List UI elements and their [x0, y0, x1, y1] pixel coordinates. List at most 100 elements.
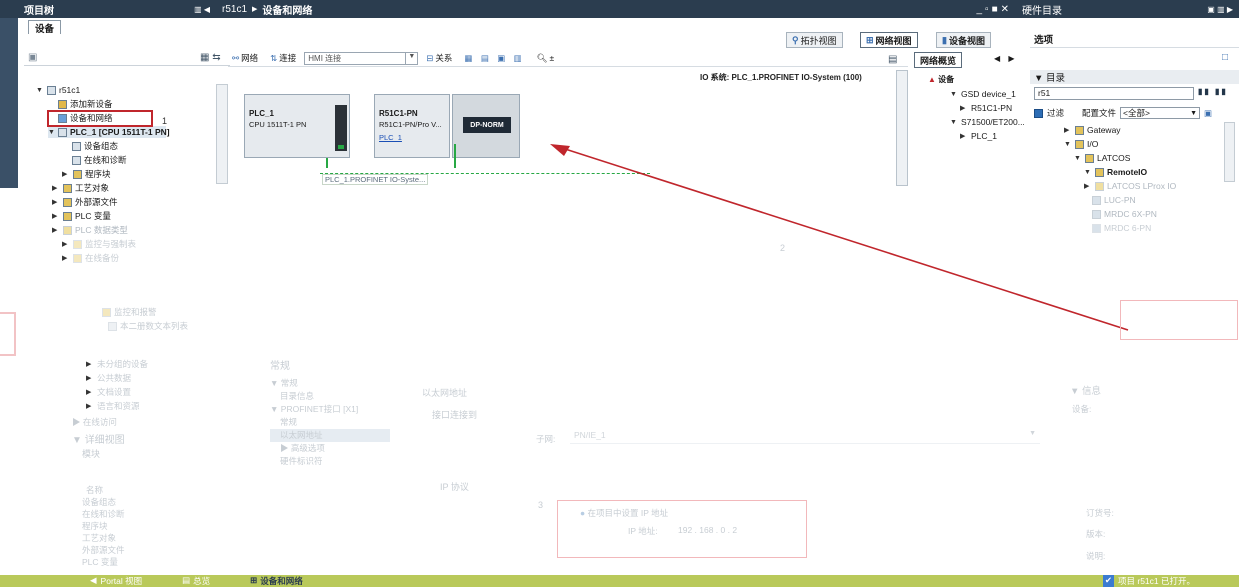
properties-nav: 常规 ▼ 常规 目录信息 ▼ PROFINET接口 [X1] 常规 以太网地址 … — [270, 360, 390, 520]
relations-button[interactable]: ⊟ 关系 — [422, 51, 456, 65]
device2-controller-link[interactable]: PLC_1 — [379, 133, 402, 142]
search-catalog-buttons[interactable]: ▮▮ ▮▮ — [1198, 87, 1228, 96]
interface-connected-label: 接口连接到 — [432, 410, 478, 420]
catalog-item-latcos[interactable]: ▼ LATCOS — [1074, 152, 1130, 164]
plc-device[interactable]: PLC_1 CPU 1511T-1 PN — [244, 94, 350, 158]
tree-item-project[interactable]: ▼ r51c1 — [36, 84, 80, 96]
tree-item-plc-tags[interactable]: ▶ PLC 变量 — [52, 210, 111, 222]
prop-nav-advanced[interactable]: ▶ 高级选项 — [270, 442, 390, 455]
tree-item-plc-datatypes[interactable]: ▶ PLC 数据类型 — [52, 224, 128, 236]
tree-item-online-diag[interactable]: 在线和诊断 — [72, 154, 127, 166]
devices-networks-taskbar[interactable]: ⊞ 设备和网络 — [250, 575, 303, 587]
overview-button[interactable]: ▤ 总览 — [182, 575, 210, 587]
module-icon — [1092, 223, 1101, 233]
tab-network-overview[interactable]: 网络概览 — [914, 52, 963, 68]
tree-item-online-access[interactable]: ▶ 在线访问 — [72, 416, 117, 428]
prop-nav-ethernet[interactable]: 以太网地址 — [270, 429, 390, 442]
overview-row-gsd[interactable]: ▼ GSD device_1 — [950, 88, 1016, 100]
catalog-action-icon[interactable]: ▣ — [1204, 108, 1212, 119]
detail-item[interactable]: 外部源文件 — [82, 544, 125, 556]
tree-item-ungrouped[interactable]: ▶ 未分组的设备 — [86, 358, 148, 370]
catalog-item-lprox[interactable]: ▶ LATCOS LProx IO — [1084, 180, 1176, 192]
tree-item-plc[interactable]: ▼ PLC_1 [CPU 1511T-1 PN] — [48, 126, 170, 138]
io-device-r51c1[interactable]: R51C1-PN R51C1-PN/Pro V... PLC_1 — [374, 94, 450, 158]
tree-item-text-lists[interactable]: 本二册数文本列表 — [108, 320, 188, 332]
collapse-panel-icon[interactable]: ▥ ◀ — [194, 5, 210, 14]
detail-item[interactable]: 程序块 — [82, 520, 125, 532]
info-description-label: 说明: — [1086, 551, 1106, 561]
overview-icon: ▤ — [182, 575, 191, 585]
new-project-icon[interactable]: ▣ — [28, 52, 37, 63]
catalog-item-mrdc6x[interactable]: MRDC 6X-PN — [1092, 208, 1157, 220]
detail-view-header[interactable]: ▼ 详细视图 — [72, 431, 125, 446]
tree-item-watch-tables[interactable]: ▶ 监控与强制表 — [62, 238, 136, 250]
profile-select[interactable]: <全部> ▼ — [1120, 107, 1201, 119]
set-ip-in-project-radio[interactable]: ● 在项目中设置 IP 地址 — [580, 507, 668, 519]
module-label: 模块 — [82, 449, 101, 459]
tree-item-external-sources[interactable]: ▶ 外部源文件 — [52, 196, 118, 208]
tree-item-common-data[interactable]: ▶ 公共数据 — [86, 372, 131, 384]
io-system-bar: IO 系统: PLC_1.PROFINET IO-System (100) — [700, 72, 862, 82]
prop-nav-interface[interactable]: ▼ PROFINET接口 [X1] — [270, 403, 390, 416]
overview-row-r51c1[interactable]: ▶ R51C1-PN — [960, 102, 1012, 114]
profinet-line-label[interactable]: PLC_1.PROFINET IO-Syste... — [322, 174, 429, 185]
portal-view-button[interactable]: ◀ Portal 视图 — [90, 575, 142, 587]
left-edge-highlight — [0, 312, 16, 356]
connection-type-select[interactable]: HMI 连接 ▼ — [304, 51, 419, 65]
window-controls[interactable]: _▫■✕ — [976, 4, 1012, 15]
prop-nav-hwid[interactable]: 硬件标识符 — [270, 455, 390, 468]
dp-norm-module[interactable]: DP-NORM — [452, 94, 520, 158]
info-header[interactable]: ▼ 信息 — [1070, 383, 1101, 397]
detail-item[interactable]: 在线和诊断 — [82, 508, 125, 520]
catalog-item-mrdc6[interactable]: MRDC 6-PN — [1092, 222, 1151, 234]
plc-name: PLC_1 — [249, 109, 274, 118]
dock-icon[interactable]: □ — [1222, 52, 1228, 63]
catalog-section-header[interactable]: ▼ 目录 — [1030, 70, 1239, 84]
overview-row-s71500[interactable]: ▼ S71500/ET200... — [950, 116, 1025, 128]
detail-item[interactable]: PLC 变量 — [82, 556, 125, 568]
connection-button[interactable]: ⇅ 连接 — [266, 51, 300, 65]
device-header-icon: ▲ — [928, 75, 936, 84]
prop-nav-general[interactable]: ▼ 常规 — [270, 377, 390, 390]
plc-status-led — [338, 145, 344, 149]
hardware-catalog-header: 硬件目录 ▣ ▥ ▶ — [1018, 0, 1239, 18]
tree-item-program-blocks[interactable]: ▶ 程序块 — [62, 168, 111, 180]
tree-item-online-backup[interactable]: ▶ 在线备份 — [62, 252, 119, 264]
catalog-scrollbar[interactable] — [1224, 122, 1235, 182]
overview-tab-nav[interactable]: ◀ ▶ — [994, 54, 1018, 63]
catalog-tree: ▶ Gateway ▼ I/O ▼ LATCOS ▼ RemoteIO ▶ LATCOS … — [1030, 122, 1220, 234]
subnet-select[interactable]: PN/IE_1 ▼ — [570, 430, 1040, 444]
tree-item-doc-settings[interactable]: ▶ 文档设置 — [86, 386, 131, 398]
left-vertical-tabs[interactable] — [0, 18, 18, 188]
tab-topology-view[interactable]: ⚲ 拓扑视图 — [786, 32, 843, 48]
table-view-icon[interactable]: ▦ ⇆ — [200, 52, 221, 63]
prop-nav-general2[interactable]: 常规 — [270, 416, 390, 429]
network-tool-icon: ⚯ — [232, 52, 240, 63]
tab-network-view[interactable]: ⊞ 网络视图 — [860, 32, 918, 48]
tree-item-add-device[interactable]: 添加新设备 — [58, 98, 113, 110]
filter-checkbox[interactable] — [1034, 108, 1043, 118]
tab-device-view[interactable]: ▮ 设备视图 — [936, 32, 991, 48]
tree-item-languages[interactable]: ▶ 语言和资源 — [86, 400, 140, 412]
catalog-item-io[interactable]: ▼ I/O — [1064, 138, 1098, 150]
catalog-item-luc-pn[interactable]: LUC-PN — [1092, 194, 1136, 206]
prop-nav-catalog[interactable]: 目录信息 — [270, 390, 390, 403]
detail-item[interactable]: 工艺对象 — [82, 532, 125, 544]
zoom-button[interactable]: 🔍︎ ± — [533, 51, 558, 65]
catalog-search-input[interactable]: r51 — [1034, 87, 1194, 100]
table-icon[interactable]: ▤ — [888, 54, 897, 65]
folder-icon — [1075, 125, 1084, 135]
folder-icon — [73, 253, 82, 263]
devices-tab[interactable]: 设备 — [28, 20, 62, 35]
tree-item-alarms[interactable]: 监控和报警 — [102, 306, 157, 318]
detail-item[interactable]: 设备组态 — [82, 496, 125, 508]
properties-general[interactable]: 常规 — [270, 360, 390, 373]
catalog-item-gateway[interactable]: ▶ Gateway — [1064, 124, 1121, 136]
network-button[interactable]: ⚯ 网络 — [228, 51, 262, 65]
grid-tools[interactable]: ▦ ▤ ▣ ▥ — [460, 51, 528, 65]
tree-item-device-config[interactable]: 设备组态 — [72, 140, 118, 152]
catalog-panel-controls[interactable]: ▣ ▥ ▶ — [1207, 5, 1233, 14]
ip-address-field[interactable]: 192 . 168 . 0 . 2 — [678, 525, 737, 535]
catalog-item-remoteio[interactable]: ▼ RemoteIO — [1084, 166, 1147, 178]
tree-item-tech-objects[interactable]: ▶ 工艺对象 — [52, 182, 109, 194]
